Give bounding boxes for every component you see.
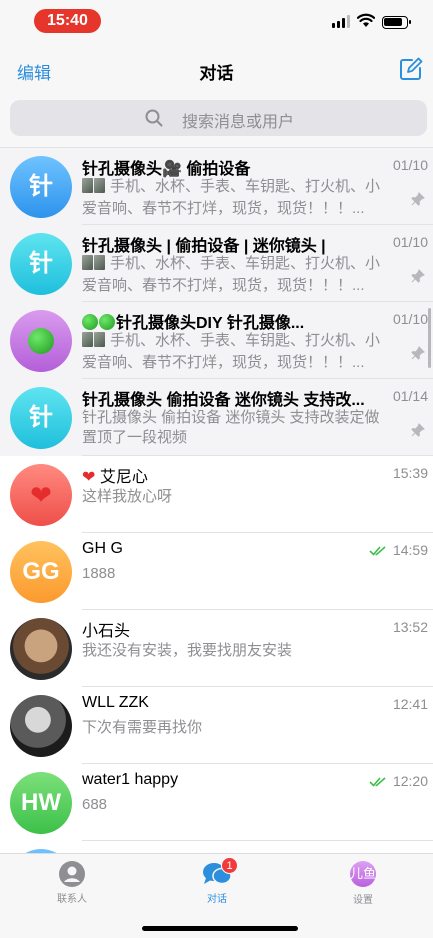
avatar <box>10 695 72 757</box>
chat-name: WLL ZZK <box>82 694 149 711</box>
nav-bar: 编辑 对话 <box>0 42 433 96</box>
double-check-icon <box>369 546 386 556</box>
green-circle-icon <box>82 314 98 330</box>
status-bar: 15:40 <box>0 0 433 42</box>
cellular-signal-icon <box>332 15 352 28</box>
green-circle-icon <box>28 328 54 354</box>
status-time[interactable]: 15:40 <box>34 9 101 33</box>
chat-name: 针孔摄像头 偷拍设备 迷你镜头 支持改... <box>82 392 365 409</box>
chat-list: 针 针孔摄像头🎥 偷拍设备 01/10 手机、水杯、手表、车钥匙、打火机、小爱音… <box>0 148 433 853</box>
tab-label: 设置 <box>353 895 373 906</box>
avatar: 针 <box>10 387 72 449</box>
chat-preview: 手机、水杯、手表、车钥匙、打火机、小爱音响、春节不打烊，现货，现货！！！... <box>82 177 392 217</box>
pin-icon <box>411 269 425 283</box>
chat-row[interactable]: 针孔摄像头DIY 针孔摄像... 01/10 手机、水杯、手表、车钥匙、打火机、… <box>0 302 433 379</box>
person-icon <box>59 861 85 887</box>
chat-preview: 1888 <box>82 565 116 582</box>
pin-icon <box>411 423 425 437</box>
search-placeholder: 搜索消息或用户 <box>182 114 295 131</box>
battery-icon <box>382 16 411 29</box>
chat-row[interactable]: 针 针孔摄像头 | 偷拍设备 | 迷你镜头 | 01/10 手机、水杯、手表、车… <box>0 225 433 302</box>
avatar <box>10 618 72 680</box>
chat-row[interactable]: WLL ZZK 12:41 下次有需要再找你 <box>0 687 433 764</box>
chat-name: 小石头 <box>82 623 131 640</box>
search-input[interactable]: 搜索消息或用户 <box>10 100 427 136</box>
chat-preview: 这样我放心呀 <box>82 488 173 505</box>
search-icon <box>145 109 163 127</box>
heart-icon: ❤ <box>82 469 100 486</box>
heart-icon: ❤ <box>30 480 52 510</box>
double-check-icon <box>369 777 386 787</box>
chat-name-text: 针孔摄像头DIY 针孔摄像... <box>116 315 305 332</box>
tab-label: 对话 <box>207 894 227 905</box>
chat-date: 01/10 <box>392 311 428 327</box>
chat-preview-text: 手机、水杯、手表、车钥匙、打火机、小爱音响、春节不打烊，现货，现货！！！... <box>82 255 381 294</box>
avatar: 儿鱼 <box>350 861 376 887</box>
green-circle-icon <box>99 314 115 330</box>
chat-preview: 下次有需要再找你 <box>82 719 203 736</box>
chat-date: 14:59 <box>392 542 428 558</box>
avatar: HW <box>10 772 72 834</box>
chat-date: 13:52 <box>392 619 428 635</box>
chat-name: 针孔摄像头DIY 针孔摄像... <box>82 309 382 333</box>
chat-row[interactable]: GG GH G 14:59 1888 <box>0 533 433 610</box>
pin-icon <box>411 192 425 206</box>
chat-date: 12:20 <box>392 773 428 789</box>
unread-badge: 1 <box>221 857 238 874</box>
tab-chats[interactable]: 1 对话 <box>172 857 262 905</box>
avatar: 针 <box>10 233 72 295</box>
chat-row[interactable] <box>0 841 433 853</box>
tab-contacts[interactable]: 联系人 <box>27 860 117 905</box>
home-indicator[interactable] <box>142 926 298 931</box>
chat-preview-text: 手机、水杯、手表、车钥匙、打火机、小爱音响、春节不打烊，现货，现货！！！... <box>82 332 381 371</box>
avatar: ❤ <box>10 464 72 526</box>
chat-row[interactable]: ❤ ❤ 艾尼心 15:39 这样我放心呀 <box>0 456 433 533</box>
media-thumbnail-icon <box>82 178 106 199</box>
chat-name: ❤ 艾尼心 <box>82 463 382 487</box>
chat-name: water1 happy <box>82 771 179 788</box>
chat-name: 针孔摄像头🎥 偷拍设备 <box>82 161 251 178</box>
chat-preview-text: 手机、水杯、手表、车钥匙、打火机、小爱音响、春节不打烊，现货，现货！！！... <box>82 178 381 217</box>
chat-date: 01/10 <box>392 234 428 250</box>
search-bar: 搜索消息或用户 <box>0 96 433 148</box>
chat-row[interactable]: 小石头 13:52 我还没有安装，我要找朋友安装 <box>0 610 433 687</box>
chat-row[interactable]: 针 针孔摄像头 偷拍设备 迷你镜头 支持改... 01/14 针孔摄像头 偷拍设… <box>0 379 433 456</box>
avatar: 针 <box>10 156 72 218</box>
pin-icon <box>411 346 425 360</box>
tab-label: 联系人 <box>57 894 87 905</box>
chat-preview: 手机、水杯、手表、车钥匙、打火机、小爱音响、春节不打烊，现货，现货！！！... <box>82 254 392 294</box>
chat-preview: 手机、水杯、手表、车钥匙、打火机、小爱音响、春节不打烊，现货，现货！！！... <box>82 331 392 371</box>
scrollbar[interactable] <box>428 308 431 368</box>
chat-name-text: 艾尼心 <box>99 469 148 486</box>
chat-name: 针孔摄像头 | 偷拍设备 | 迷你镜头 | <box>82 238 326 255</box>
avatar: GG <box>10 541 72 603</box>
tab-bar: 联系人 1 对话 儿鱼 设置 <box>0 853 433 938</box>
media-thumbnail-icon <box>82 255 106 276</box>
chat-row[interactable]: HW water1 happy 12:20 688 <box>0 764 433 841</box>
avatar <box>10 310 72 372</box>
page-title: 对话 <box>199 64 234 83</box>
chat-date: 12:41 <box>392 696 428 712</box>
chat-date: 15:39 <box>392 465 428 481</box>
wifi-icon <box>357 13 375 27</box>
chat-name: GH G <box>82 540 123 557</box>
chat-date: 01/14 <box>392 388 428 404</box>
chat-preview: 针孔摄像头 偷拍设备 迷你镜头 支持改装定做置顶了一段视频 <box>82 409 380 446</box>
compose-icon[interactable] <box>399 57 423 81</box>
chat-preview: 我还没有安装，我要找朋友安装 <box>82 642 293 659</box>
media-thumbnail-icon <box>82 332 106 353</box>
chat-preview: 688 <box>82 796 108 813</box>
chat-row[interactable]: 针 针孔摄像头🎥 偷拍设备 01/10 手机、水杯、手表、车钥匙、打火机、小爱音… <box>0 148 433 225</box>
chat-date: 01/10 <box>392 157 428 173</box>
tab-settings[interactable]: 儿鱼 设置 <box>318 860 408 906</box>
